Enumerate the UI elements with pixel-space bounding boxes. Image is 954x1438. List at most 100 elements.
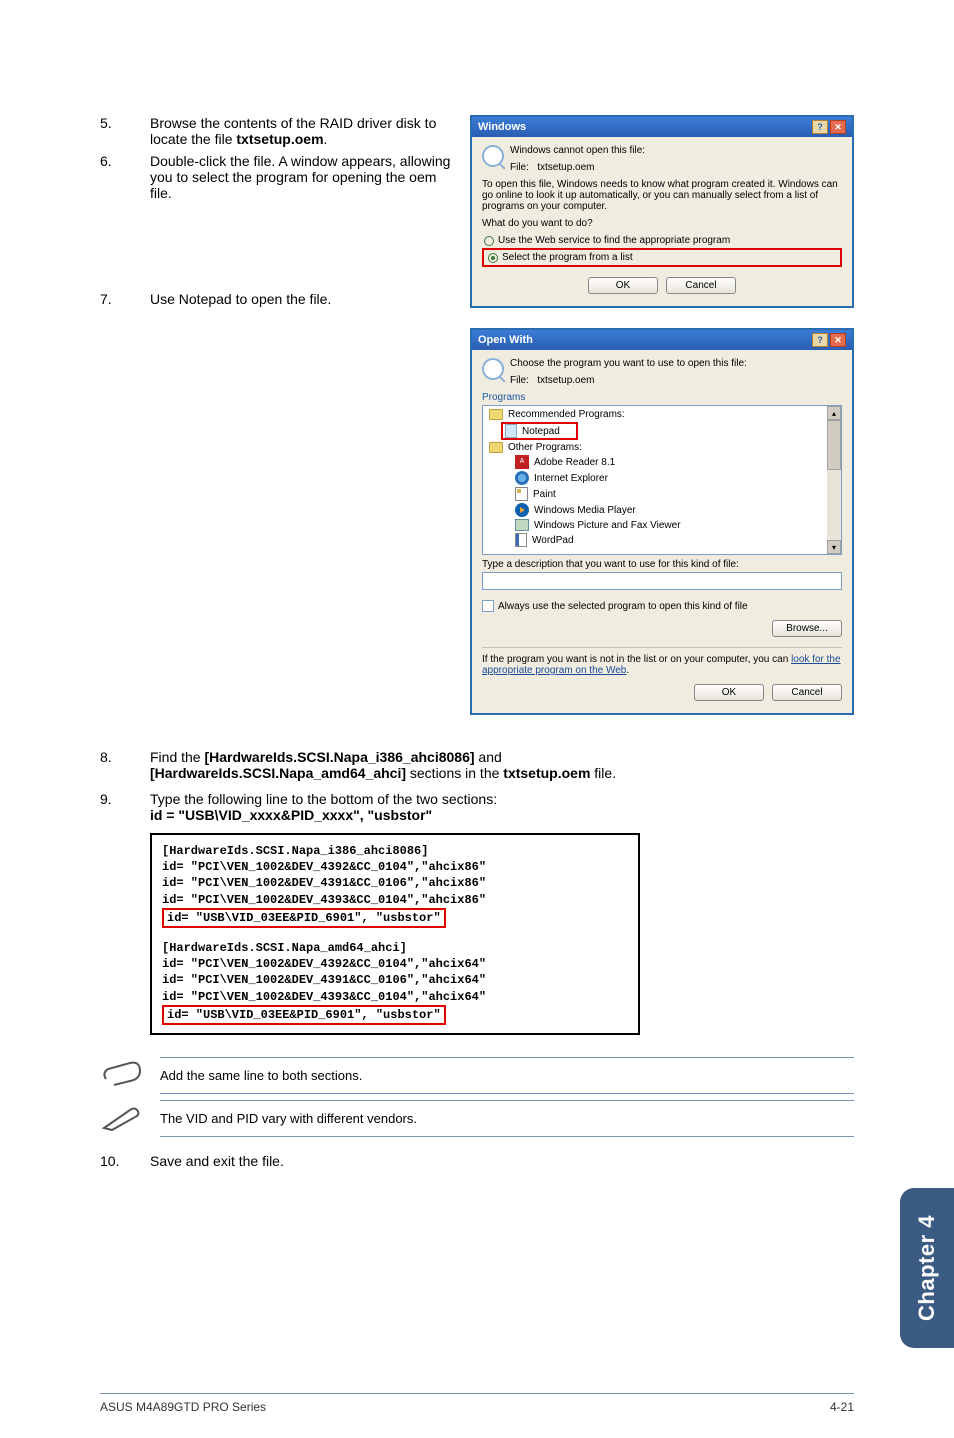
code-line: id= "PCI\VEN_1002&DEV_4392&CC_0104","ahc… [162, 956, 628, 972]
windows-dialog-title: Windows [478, 121, 526, 133]
highlighted-code-line: id= "USB\VID_03EE&PID_6901", "usbstor" [162, 1005, 446, 1025]
magnifier-icon [482, 145, 504, 167]
radio-web[interactable] [484, 236, 494, 246]
step-5-bold: txtsetup.oem [236, 131, 323, 147]
step-9-text: Type the following line to the bottom of… [150, 791, 854, 823]
pen-icon [100, 1102, 144, 1135]
open-with-title: Open With [478, 334, 533, 346]
open-with-dialog: Open With ? ✕ Choose the program you wan… [470, 328, 854, 715]
folder-icon [489, 409, 503, 420]
step-7-text: Use Notepad to open the file. [150, 291, 456, 307]
file-label: File: [510, 162, 529, 173]
cancel-button[interactable]: Cancel [772, 684, 842, 701]
step-9-lead: Type the following line to the bottom of… [150, 791, 497, 807]
step-9-code: id = "USB\VID_xxxx&PID_xxxx", "usbstor" [150, 807, 432, 823]
step-8-d: file. [590, 765, 616, 781]
group-other: Other Programs: [508, 442, 582, 453]
footer-product: ASUS M4A89GTD PRO Series [100, 1400, 266, 1414]
step-8-lead: Find the [150, 749, 204, 765]
ie-icon [515, 471, 529, 485]
cannot-open-text: Windows cannot open this file: [510, 145, 645, 156]
scrollbar[interactable]: ▴ ▾ [827, 406, 841, 554]
note-1-text: Add the same line to both sections. [160, 1057, 854, 1094]
program-list[interactable]: Recommended Programs: Notepad Other Prog… [482, 405, 842, 555]
help-icon[interactable]: ? [812, 120, 828, 134]
program-notepad[interactable]: Notepad [522, 426, 560, 437]
step-7-number: 7. [100, 291, 150, 307]
description-label: Type a description that you want to use … [482, 559, 842, 570]
step-8-mid: and [475, 749, 502, 765]
step-6-text: Double-click the file. A window appears,… [150, 153, 456, 201]
code-line: id= "PCI\VEN_1002&DEV_4393&CC_0104","ahc… [162, 989, 628, 1005]
scroll-down-icon[interactable]: ▾ [827, 540, 841, 554]
cancel-button[interactable]: Cancel [666, 277, 736, 294]
link-lead: If the program you want is not in the li… [482, 654, 791, 665]
code-line: id= "PCI\VEN_1002&DEV_4391&CC_0106","ahc… [162, 875, 628, 891]
wmp-icon [515, 503, 529, 517]
close-icon[interactable]: ✕ [830, 333, 846, 347]
notepad-icon [505, 424, 517, 438]
code-line: id= "PCI\VEN_1002&DEV_4392&CC_0104","ahc… [162, 859, 628, 875]
step-6-number: 6. [100, 153, 150, 201]
program-wmp[interactable]: Windows Media Player [534, 505, 636, 516]
picture-viewer-icon [515, 519, 529, 531]
highlighted-code-line: id= "USB\VID_03EE&PID_6901", "usbstor" [162, 908, 446, 928]
magnifier-icon [482, 358, 504, 380]
program-picviewer[interactable]: Windows Picture and Fax Viewer [534, 520, 681, 531]
file-label: File: [510, 375, 529, 386]
always-use-checkbox[interactable] [482, 600, 494, 612]
group-recommended: Recommended Programs: [508, 409, 625, 420]
what-do-text: What do you want to do? [482, 218, 842, 229]
step-8-c: sections in the [406, 765, 503, 781]
scroll-up-icon[interactable]: ▴ [827, 406, 841, 420]
program-paint[interactable]: Paint [533, 489, 556, 500]
folder-icon [489, 442, 503, 453]
step-8-b3: txtsetup.oem [503, 765, 590, 781]
step-10-text: Save and exit the file. [150, 1153, 854, 1169]
scroll-thumb[interactable] [827, 420, 841, 470]
link-tail: . [626, 665, 629, 676]
highlighted-option: Select the program from a list [482, 248, 842, 267]
help-icon[interactable]: ? [812, 333, 828, 347]
adobe-icon: A [515, 455, 529, 469]
description-input[interactable] [482, 572, 842, 590]
close-icon[interactable]: ✕ [830, 120, 846, 134]
file-value: txtsetup.oem [537, 162, 594, 173]
radio-web-label: Use the Web service to find the appropri… [498, 235, 730, 246]
code-line: [HardwareIds.SCSI.Napa_amd64_ahci] [162, 940, 628, 956]
step-5-text: Browse the contents of the RAID driver d… [150, 115, 456, 147]
code-line: id= "PCI\VEN_1002&DEV_4393&CC_0104","ahc… [162, 892, 628, 908]
highlighted-notepad: Notepad [501, 422, 578, 440]
radio-list-label: Select the program from a list [502, 252, 633, 263]
paint-icon [515, 487, 528, 501]
step-8-b2: [HardwareIds.SCSI.Napa_amd64_ahci] [150, 765, 406, 781]
step-10-number: 10. [100, 1153, 150, 1169]
browse-button[interactable]: Browse... [772, 620, 842, 637]
file-value: txtsetup.oem [537, 375, 594, 386]
step-8-number: 8. [100, 749, 150, 781]
note-2-text: The VID and PID vary with different vend… [160, 1100, 854, 1137]
code-line: id= "PCI\VEN_1002&DEV_4391&CC_0106","ahc… [162, 972, 628, 988]
ok-button[interactable]: OK [694, 684, 764, 701]
open-explain-text: To open this file, Windows needs to know… [482, 179, 842, 212]
step-9-number: 9. [100, 791, 150, 823]
paperclip-icon [100, 1059, 144, 1092]
footer-page-number: 4-21 [830, 1400, 854, 1414]
program-ie[interactable]: Internet Explorer [534, 473, 608, 484]
step-8-text: Find the [HardwareIds.SCSI.Napa_i386_ahc… [150, 749, 854, 781]
ok-button[interactable]: OK [588, 277, 658, 294]
wordpad-icon [515, 533, 527, 547]
program-adobe[interactable]: Adobe Reader 8.1 [534, 457, 615, 468]
programs-heading: Programs [482, 392, 842, 403]
step-8-b1: [HardwareIds.SCSI.Napa_i386_ahci8086] [204, 749, 474, 765]
windows-dialog: Windows ? ✕ Windows cannot open this fil… [470, 115, 854, 308]
step-5-number: 5. [100, 115, 150, 147]
choose-program-text: Choose the program you want to use to op… [510, 358, 747, 369]
chapter-tab: Chapter 4 [900, 1188, 954, 1348]
code-block: [HardwareIds.SCSI.Napa_i386_ahci8086] id… [150, 833, 640, 1035]
step-5-tail: . [324, 131, 328, 147]
always-use-label: Always use the selected program to open … [498, 601, 748, 612]
program-wordpad[interactable]: WordPad [532, 535, 574, 546]
chapter-tab-label: Chapter 4 [914, 1215, 940, 1321]
radio-list[interactable] [488, 253, 498, 263]
